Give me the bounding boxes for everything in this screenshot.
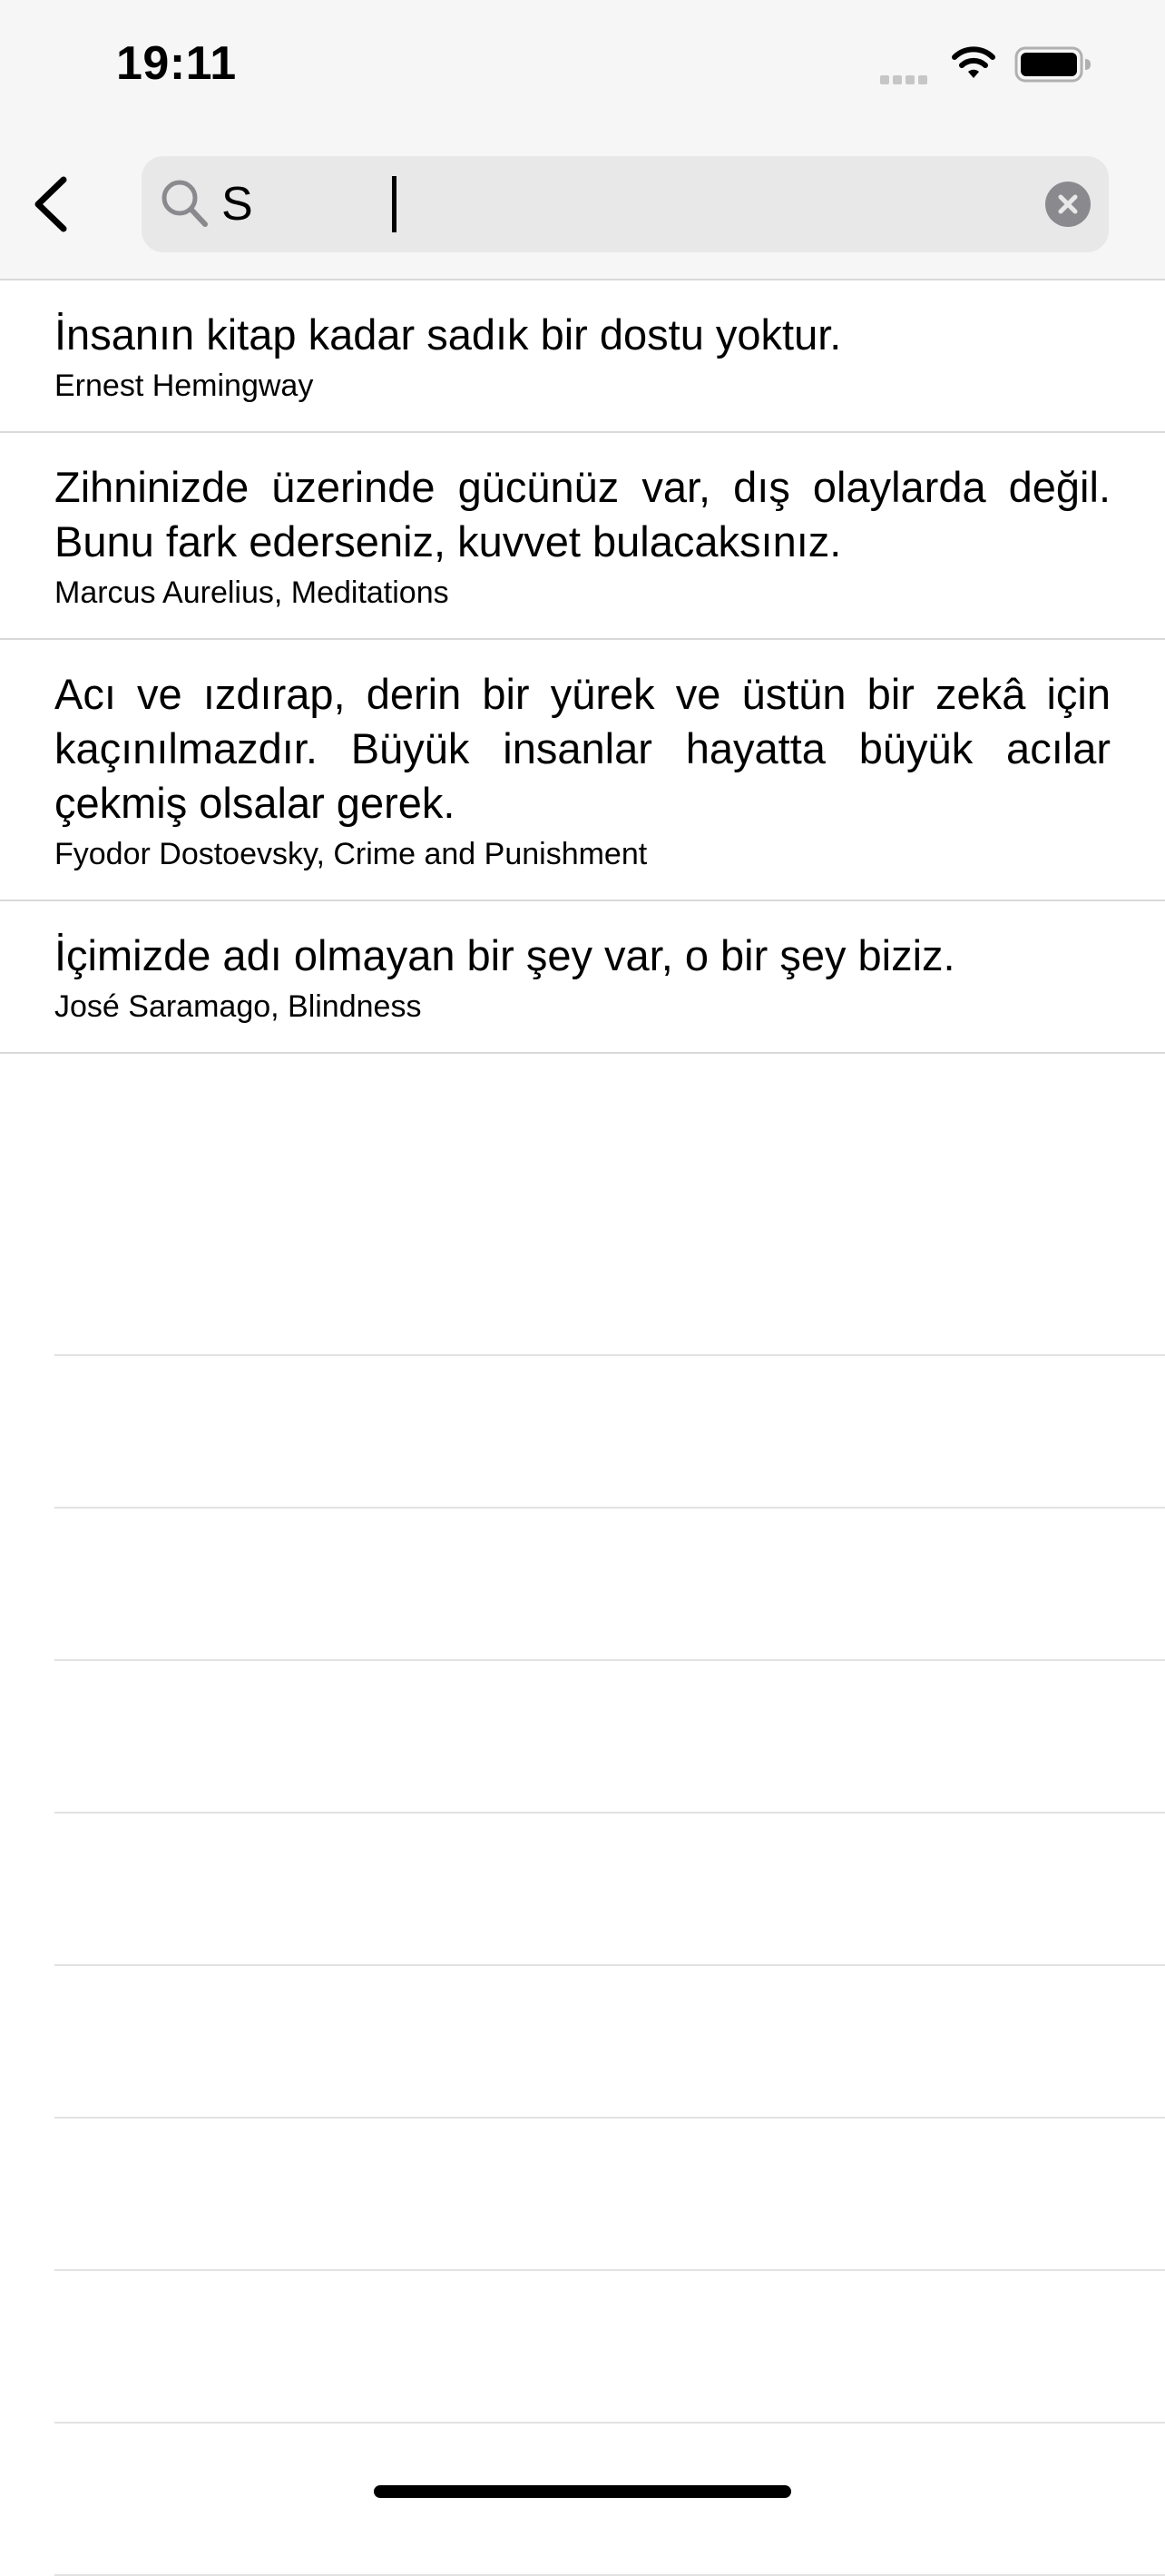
status-time: 19:11 — [116, 37, 237, 90]
separator — [54, 1509, 1165, 1661]
empty-row-separators — [54, 1204, 1165, 2576]
chevron-left-icon — [34, 176, 67, 232]
quote-source: Fyodor Dostoevsky, Crime and Punishment — [54, 837, 648, 871]
quote-source: José Saramago, Blindness — [54, 989, 422, 1024]
back-button[interactable] — [25, 172, 80, 236]
results-list: İnsanın kitap kadar sadık bir dostu yokt… — [0, 280, 1165, 1054]
separator — [54, 1814, 1165, 1966]
clear-search-button[interactable] — [1045, 182, 1091, 227]
quote-source: Marcus Aurelius, Meditations — [54, 575, 449, 610]
search-input[interactable] — [221, 172, 984, 236]
navigation-bar: 19:11 — [0, 0, 1165, 280]
cellular-signal-icon — [880, 73, 931, 89]
result-row[interactable]: İçimizde adı olmayan bir şey var, o bir … — [0, 901, 1165, 1054]
wifi-icon — [951, 45, 996, 86]
quote-source: Ernest Hemingway — [54, 369, 314, 403]
battery-icon — [1014, 45, 1092, 88]
quote-text: İçimizde adı olmayan bir şey var, o bir … — [54, 931, 955, 979]
search-field[interactable] — [142, 156, 1109, 252]
result-row[interactable]: İnsanın kitap kadar sadık bir dostu yokt… — [0, 280, 1165, 433]
quote-text: İnsanın kitap kadar sadık bir dostu yokt… — [54, 310, 842, 359]
separator — [54, 1356, 1165, 1509]
x-circle-icon — [1058, 194, 1078, 214]
quote-text: Acı ve ızdırap, derin bir yürek ve üstün… — [54, 670, 1111, 827]
quote-text: Zihninizde üzerinde gücünüz var, dış ola… — [54, 463, 1111, 565]
text-cursor — [392, 176, 396, 232]
separator — [54, 1204, 1165, 1356]
home-indicator[interactable] — [374, 2485, 791, 2498]
separator — [54, 1661, 1165, 1814]
separator — [54, 2424, 1165, 2576]
separator — [54, 2119, 1165, 2271]
magnifier-icon — [160, 176, 210, 235]
result-row[interactable]: Acı ve ızdırap, derin bir yürek ve üstün… — [0, 640, 1165, 901]
separator — [54, 2271, 1165, 2424]
result-row[interactable]: Zihninizde üzerinde gücünüz var, dış ola… — [0, 433, 1165, 640]
separator — [54, 1966, 1165, 2119]
